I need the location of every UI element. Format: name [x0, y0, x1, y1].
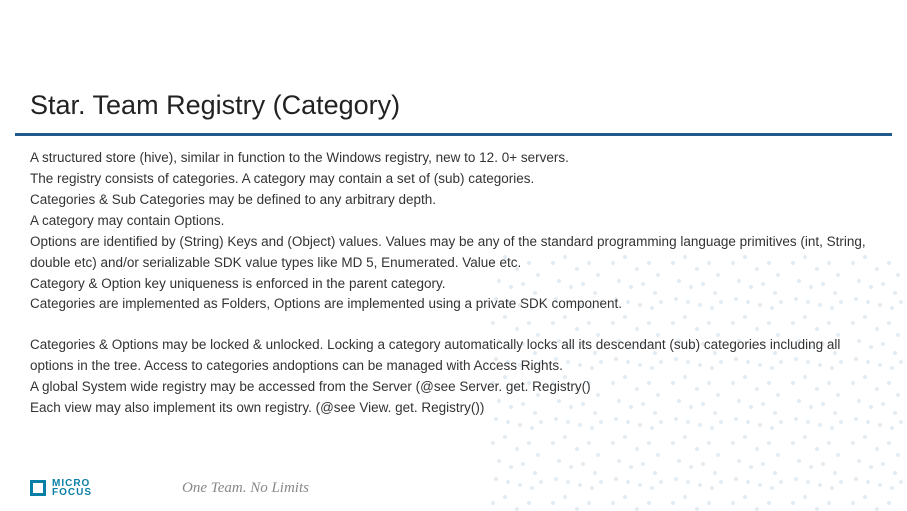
body-line: A category may contain Options. [30, 211, 877, 232]
body-line: Each view may also implement its own reg… [30, 398, 877, 419]
logo-square-icon [30, 480, 46, 496]
body-line: Categories are implemented as Folders, O… [30, 294, 877, 315]
body-line: Categories & Options may be locked & unl… [30, 335, 877, 377]
body-line: A structured store (hive), similar in fu… [30, 148, 877, 169]
footer: MICRO FOCUS One Team. No Limits [30, 479, 309, 497]
body-area: A structured store (hive), similar in fu… [0, 136, 907, 419]
logo-text: MICRO FOCUS [52, 479, 92, 497]
title-area: Star. Team Registry (Category) [0, 0, 907, 133]
microfocus-logo: MICRO FOCUS [30, 479, 92, 497]
body-line: Options are identified by (String) Keys … [30, 232, 877, 274]
logo-line2: FOCUS [52, 488, 92, 497]
page-title: Star. Team Registry (Category) [30, 90, 877, 121]
body-line: Category & Option key uniqueness is enfo… [30, 274, 877, 295]
slide: Star. Team Registry (Category) A structu… [0, 0, 907, 511]
paragraph-break [30, 315, 877, 335]
body-line: Categories & Sub Categories may be defin… [30, 190, 877, 211]
tagline: One Team. No Limits [182, 480, 309, 497]
body-line: The registry consists of categories. A c… [30, 169, 877, 190]
body-line: A global System wide registry may be acc… [30, 377, 877, 398]
